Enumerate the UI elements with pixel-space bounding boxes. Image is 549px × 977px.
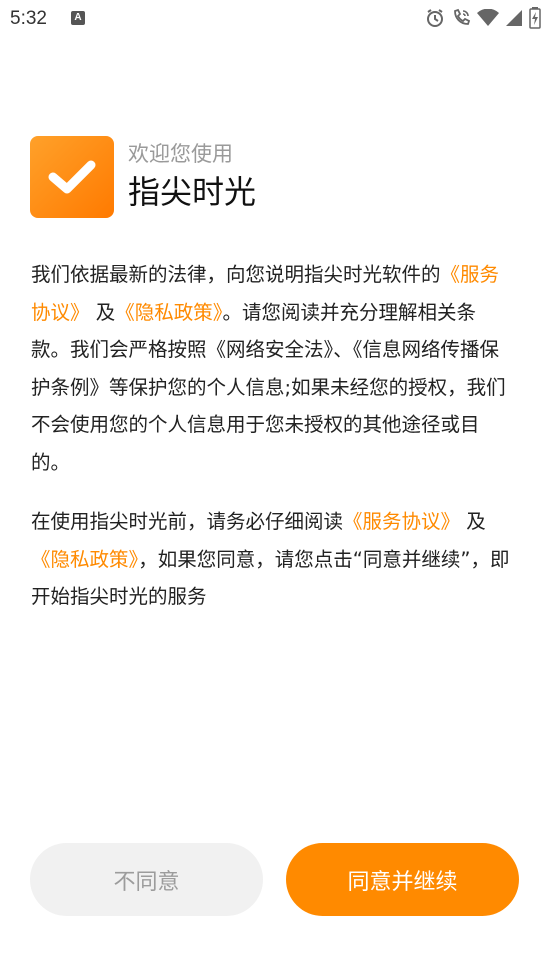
privacy-policy-link[interactable]: 《隐私政策》 — [115, 301, 222, 324]
wifi-calling-icon — [451, 8, 471, 28]
service-agreement-link-2[interactable]: 《服务协议》 — [343, 510, 460, 533]
status-bar: 5:32 A — [0, 0, 549, 38]
wifi-icon — [477, 9, 499, 27]
signal-icon — [505, 9, 523, 27]
agree-continue-button[interactable]: 同意并继续 — [286, 843, 519, 916]
instruction-paragraph: 在使用指尖时光前，请务必仔细阅读《服务协议》 及《隐私政策》，如果您同意，请您点… — [31, 503, 511, 616]
disagree-button[interactable]: 不同意 — [30, 843, 263, 916]
paragraph1-rest: 。请您阅读并充分理解相关条款。我们会严格按照《网络安全法》、《信息网络传播保护条… — [31, 300, 506, 474]
battery-icon — [529, 7, 541, 29]
welcome-text: 欢迎您使用 — [128, 142, 233, 166]
status-time: 5:32 — [10, 8, 47, 29]
paragraph2-and: 及 — [466, 510, 486, 533]
agreement-paragraph: 我们依据最新的法律，向您说明指尖时光软件的《服务协议》 及《隐私政策》。请您阅读… — [31, 256, 511, 481]
paragraph1-and: 及 — [95, 300, 116, 324]
paragraph2-lead: 在使用指尖时光前，请务必仔细阅读 — [31, 510, 344, 533]
notification-a-icon: A — [71, 11, 85, 25]
app-name: 指尖时光 — [128, 173, 257, 211]
app-logo — [30, 136, 114, 218]
paragraph1-line1: 我们依据最新的法律，向您说明指尖时光软件的 — [31, 263, 441, 286]
status-icons — [425, 7, 541, 29]
privacy-policy-link-2[interactable]: 《隐私政策》 — [31, 548, 138, 571]
alarm-icon — [425, 8, 445, 28]
check-icon — [48, 160, 96, 194]
